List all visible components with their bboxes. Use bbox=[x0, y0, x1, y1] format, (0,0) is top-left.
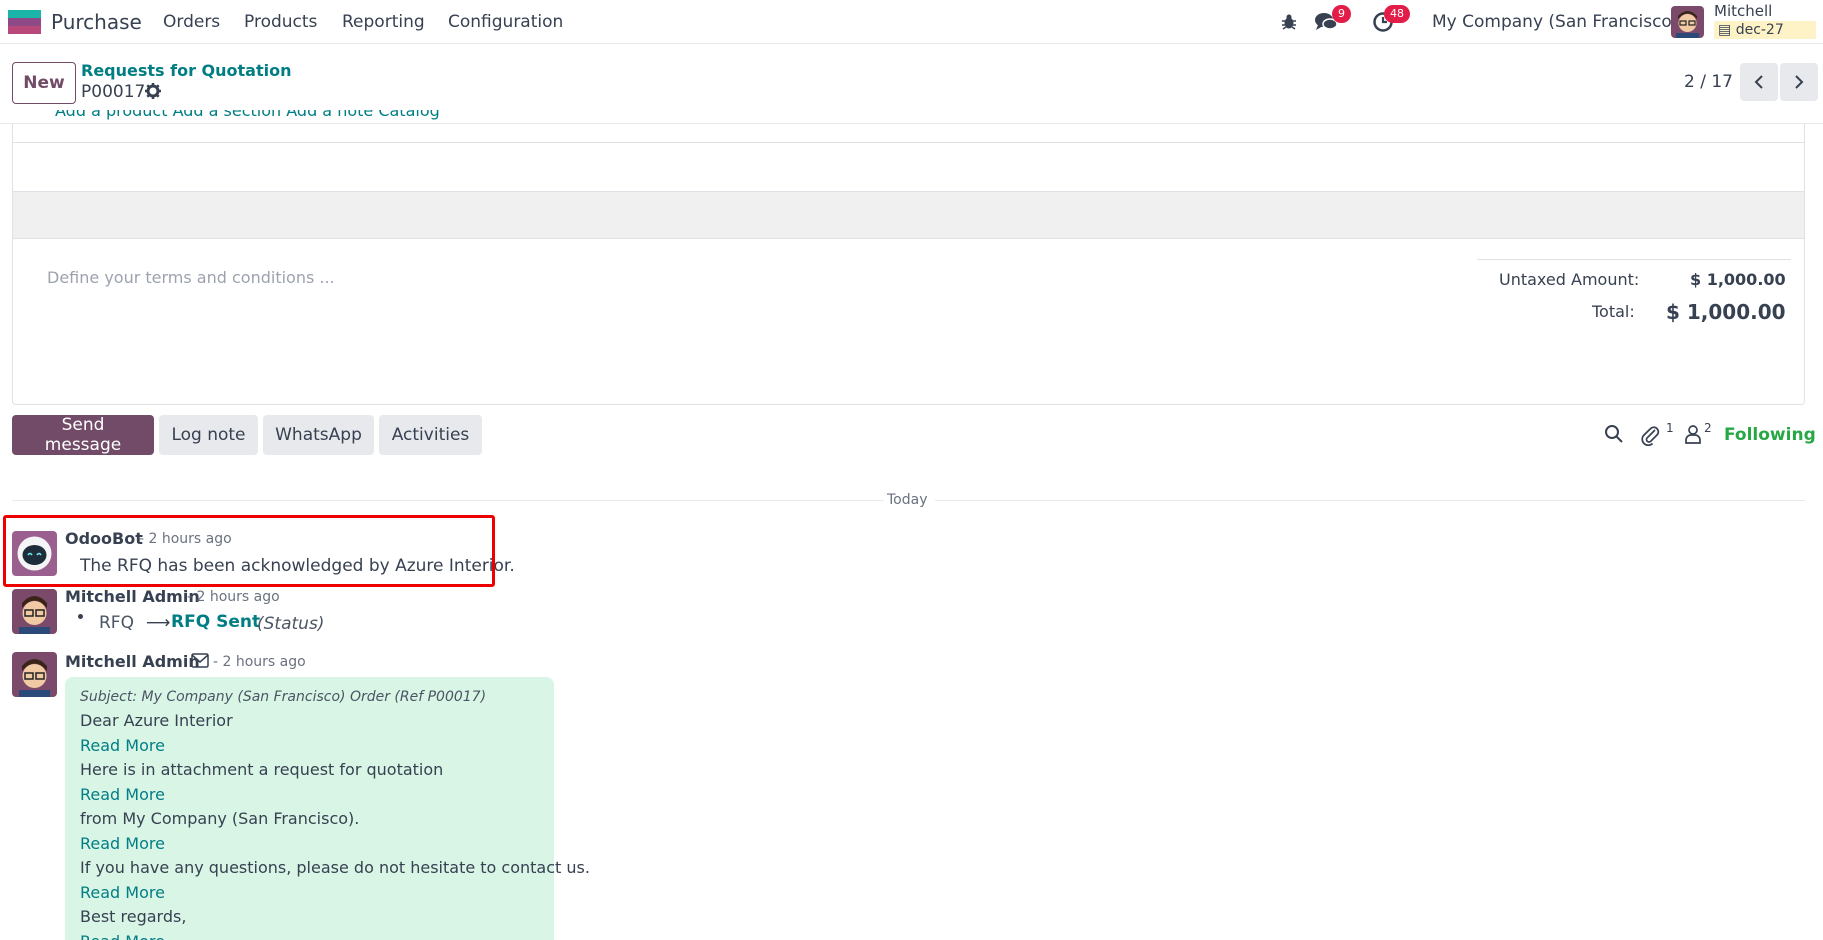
menu-configuration[interactable]: Configuration bbox=[448, 12, 563, 32]
email-line: from My Company (San Francisco). bbox=[80, 809, 360, 828]
highlight-box bbox=[3, 515, 495, 587]
tracking-old-value: RFQ bbox=[99, 613, 134, 633]
email-line: Best regards, bbox=[80, 907, 187, 926]
gear-icon[interactable] bbox=[145, 83, 161, 103]
app-name[interactable]: Purchase bbox=[51, 10, 142, 34]
new-button[interactable]: New bbox=[12, 62, 76, 104]
read-more-link[interactable]: Read More bbox=[80, 785, 165, 804]
untaxed-amount-value: $ 1,000.00 bbox=[1690, 270, 1786, 289]
email-subject: Subject: My Company (San Francisco) Orde… bbox=[80, 689, 487, 705]
activities-count-badge: 48 bbox=[1384, 5, 1410, 23]
menu-products[interactable]: Products bbox=[244, 12, 317, 32]
pager-value[interactable]: 2 / 17 bbox=[1684, 72, 1733, 92]
envelope-icon bbox=[191, 653, 209, 672]
order-line-add-links[interactable]: Add a product Add a section Add a note C… bbox=[55, 110, 440, 124]
database-name: dec-27 bbox=[1735, 22, 1784, 38]
chevron-left-icon bbox=[1754, 75, 1763, 89]
top-navbar: Purchase Orders Products Reporting Confi… bbox=[0, 0, 1823, 44]
whatsapp-button[interactable]: WhatsApp bbox=[263, 415, 374, 455]
message-author[interactable]: Mitchell Admin bbox=[65, 587, 200, 606]
add-links-text[interactable]: Add a product Add a section Add a note C… bbox=[55, 110, 440, 120]
sheet-gray-row bbox=[12, 191, 1805, 239]
database-badge: ▤ dec-27 bbox=[1714, 21, 1816, 39]
read-more-link[interactable]: Read More bbox=[80, 834, 165, 853]
terms-conditions-input[interactable]: Define your terms and conditions ... bbox=[47, 268, 335, 287]
breadcrumb-rfq-link[interactable]: Requests for Quotation bbox=[81, 61, 292, 80]
mitchell-admin-avatar[interactable] bbox=[12, 589, 57, 634]
email-line: Here is in attachment a request for quot… bbox=[80, 760, 444, 779]
sheet-top-section bbox=[12, 124, 1805, 143]
menu-orders[interactable]: Orders bbox=[163, 12, 220, 32]
activities-button[interactable]: Activities bbox=[379, 415, 482, 455]
pager-previous-button[interactable] bbox=[1740, 63, 1778, 101]
tracking-arrow: ⟶ bbox=[146, 613, 171, 633]
total-label: Total: bbox=[1592, 302, 1635, 321]
user-avatar[interactable] bbox=[1671, 6, 1704, 38]
tracking-field-name: (Status) bbox=[257, 614, 325, 634]
following-button[interactable]: Following bbox=[1724, 425, 1816, 445]
company-switcher[interactable]: My Company (San Francisco) bbox=[1432, 12, 1678, 32]
email-line: Dear Azure Interior bbox=[80, 711, 233, 730]
total-value: $ 1,000.00 bbox=[1666, 300, 1786, 324]
date-divider-left bbox=[12, 500, 884, 501]
debug-bug-icon[interactable] bbox=[1276, 10, 1302, 34]
totals-divider bbox=[1477, 259, 1791, 260]
tracking-bullet bbox=[78, 614, 83, 619]
date-separator: Today bbox=[887, 492, 928, 508]
pager-next-button[interactable] bbox=[1780, 63, 1818, 101]
database-icon: ▤ bbox=[1718, 22, 1732, 38]
read-more-link[interactable]: Read More bbox=[80, 932, 165, 940]
purchase-app-icon[interactable] bbox=[8, 10, 41, 34]
log-note-button[interactable]: Log note bbox=[159, 415, 258, 455]
send-message-button[interactable]: Send message bbox=[12, 415, 154, 455]
email-line: If you have any questions, please do not… bbox=[80, 858, 590, 877]
messages-count-badge: 9 bbox=[1332, 5, 1351, 23]
tracking-new-value: RFQ Sent bbox=[171, 612, 261, 632]
attachments-count: 1 bbox=[1666, 421, 1674, 435]
followers-icon[interactable] bbox=[1684, 424, 1702, 448]
sheet-footer-section bbox=[12, 239, 1805, 405]
date-divider-right bbox=[935, 500, 1805, 501]
search-icon[interactable] bbox=[1604, 424, 1624, 448]
read-more-link[interactable]: Read More bbox=[80, 883, 165, 902]
mitchell-admin-avatar[interactable] bbox=[12, 652, 57, 697]
followers-count: 2 bbox=[1704, 421, 1712, 435]
breadcrumb-current-record: P00017 bbox=[81, 82, 146, 102]
read-more-link[interactable]: Read More bbox=[80, 736, 165, 755]
chevron-right-icon bbox=[1795, 75, 1804, 89]
menu-reporting[interactable]: Reporting bbox=[342, 12, 425, 32]
sheet-empty-row bbox=[12, 143, 1805, 191]
paperclip-icon[interactable] bbox=[1640, 424, 1660, 450]
message-author[interactable]: Mitchell Admin bbox=[65, 652, 200, 671]
message-time: - 2 hours ago bbox=[213, 654, 306, 670]
untaxed-amount-label: Untaxed Amount: bbox=[1499, 270, 1640, 289]
message-time: - 2 hours ago bbox=[187, 589, 280, 605]
